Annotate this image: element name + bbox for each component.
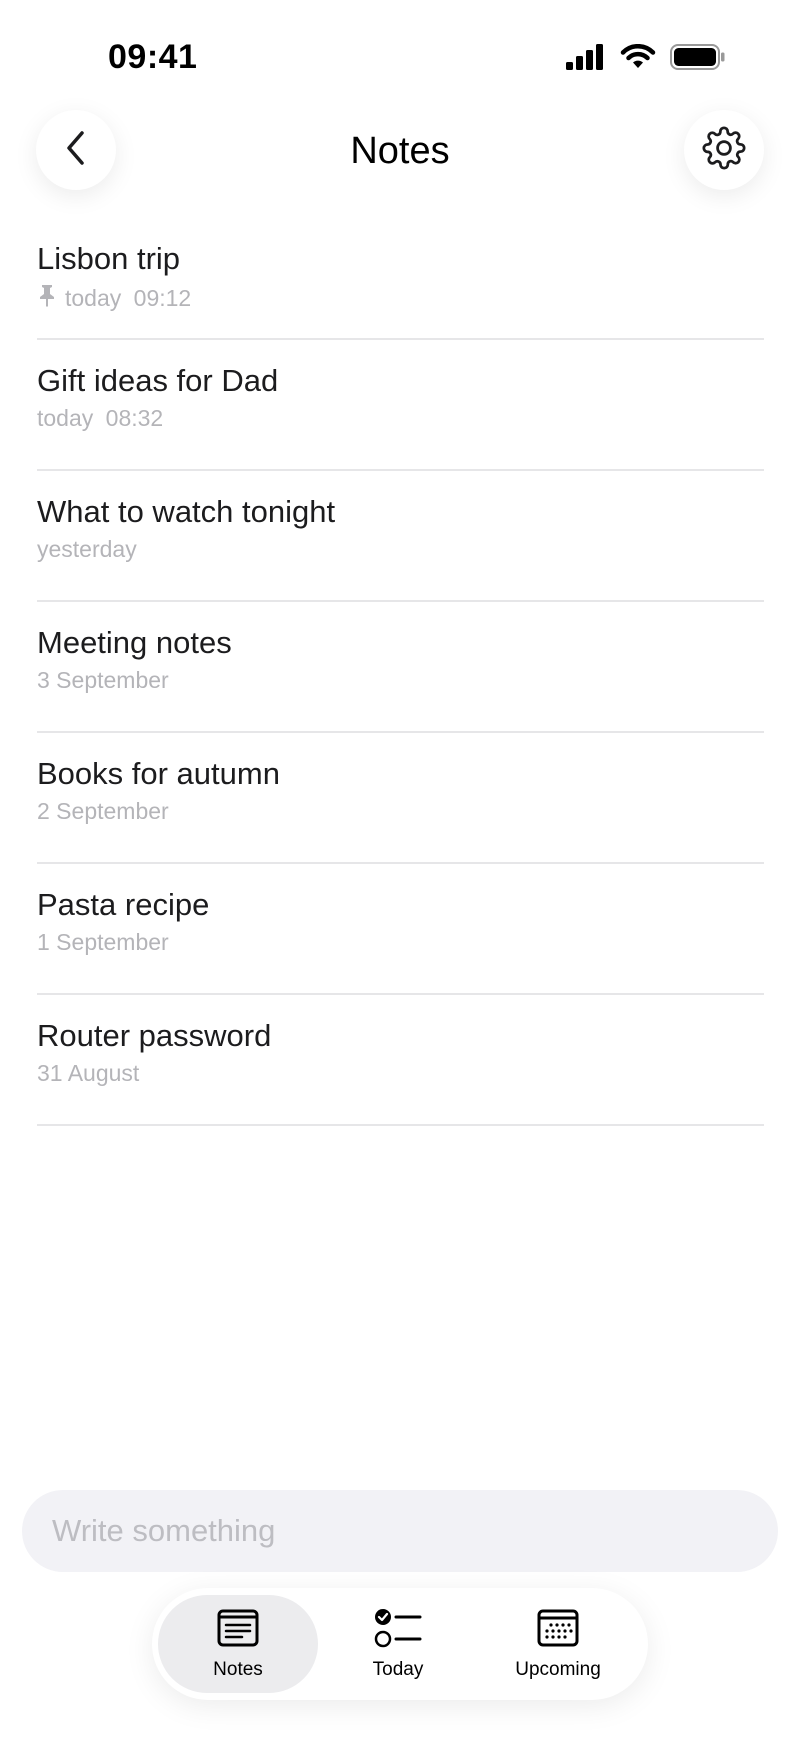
wifi-icon	[620, 44, 656, 75]
note-meta: 1 September	[37, 929, 764, 956]
note-item[interactable]: Meeting notes 3 September	[37, 602, 764, 733]
note-date: 1 September	[37, 929, 169, 956]
signal-icon	[566, 44, 606, 75]
gear-icon	[702, 125, 746, 175]
status-bar: 09:41	[0, 0, 800, 110]
note-meta: 2 September	[37, 798, 764, 825]
note-date: today 09:12	[65, 284, 192, 311]
note-meta: today 08:32	[37, 405, 764, 432]
note-item[interactable]: Lisbon trip today 09:12	[37, 218, 764, 340]
tab-today[interactable]: Today	[318, 1595, 478, 1693]
notes-icon	[216, 1608, 260, 1653]
pin-icon	[37, 283, 57, 313]
note-title: Router password	[37, 1018, 272, 1053]
note-date: 31 August	[37, 1060, 140, 1087]
tab-label: Today	[372, 1658, 424, 1680]
status-icons	[566, 44, 726, 75]
note-item[interactable]: Books for autumn 2 September	[37, 733, 764, 864]
note-date: yesterday	[37, 536, 137, 563]
tab-upcoming[interactable]: Upcoming	[478, 1595, 638, 1693]
tab-bar: Notes Today Upcoming	[152, 1588, 648, 1700]
notes-list: Lisbon trip today 09:12 Gift ideas for D…	[37, 218, 764, 1126]
page-title: Notes	[350, 130, 450, 172]
note-title: Pasta recipe	[37, 887, 210, 922]
status-time: 09:41	[108, 38, 198, 76]
note-date: today 08:32	[37, 405, 164, 432]
compose-bar	[22, 1490, 778, 1572]
note-title: Books for autumn	[37, 756, 280, 791]
header: Notes	[0, 110, 800, 200]
note-meta: yesterday	[37, 536, 764, 563]
note-title: Gift ideas for Dad	[37, 363, 279, 398]
compose-input[interactable]	[22, 1490, 778, 1572]
note-title: What to watch tonight	[37, 494, 336, 529]
note-date: 2 September	[37, 798, 169, 825]
note-title: Lisbon trip	[37, 241, 181, 276]
battery-icon	[670, 44, 726, 75]
note-meta: today 09:12	[37, 283, 764, 313]
checklist-icon	[374, 1608, 422, 1653]
note-item[interactable]: Router password 31 August	[37, 995, 764, 1126]
note-item[interactable]: What to watch tonight yesterday	[37, 471, 764, 602]
calendar-icon	[536, 1608, 580, 1653]
tab-notes[interactable]: Notes	[158, 1595, 318, 1693]
note-item[interactable]: Pasta recipe 1 September	[37, 864, 764, 995]
tab-label: Upcoming	[515, 1658, 601, 1680]
tab-label: Notes	[213, 1658, 263, 1680]
note-meta: 3 September	[37, 667, 764, 694]
note-item[interactable]: Gift ideas for Dad today 08:32	[37, 340, 764, 471]
note-meta: 31 August	[37, 1060, 764, 1087]
note-title: Meeting notes	[37, 625, 232, 660]
note-date: 3 September	[37, 667, 169, 694]
settings-button[interactable]	[684, 110, 764, 190]
